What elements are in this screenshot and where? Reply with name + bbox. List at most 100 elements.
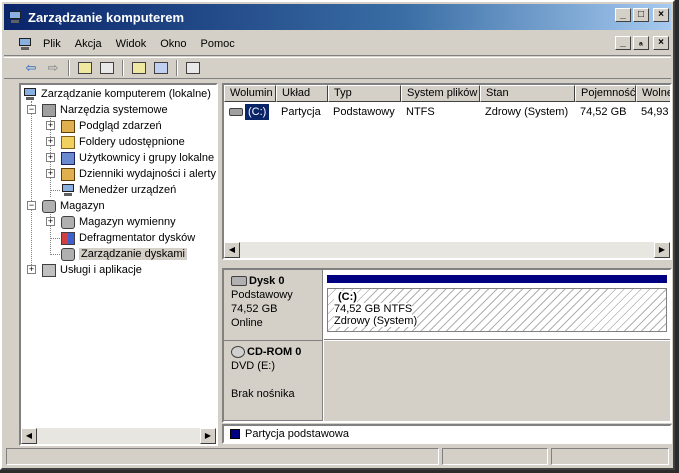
mdi-restore-button[interactable]: ₐ bbox=[633, 36, 649, 50]
scroll-left-button[interactable]: ◀ bbox=[224, 242, 240, 258]
disk-0-label[interactable]: Dysk 0 Podstawowy 74,52 GB Online bbox=[224, 270, 323, 341]
tree-label: Zarządzanie dyskami bbox=[79, 248, 187, 260]
tree-label: Menedżer urządzeń bbox=[79, 184, 177, 196]
partition-c[interactable]: (C:) 74,52 GB NTFS Zdrowy (System) bbox=[327, 288, 667, 332]
tree-item-event-viewer[interactable]: Podgląd zdarzeń bbox=[61, 118, 162, 134]
tree-label: Narzędzia systemowe bbox=[60, 104, 168, 116]
scroll-left-button[interactable]: ◀ bbox=[21, 428, 37, 444]
cdrom-0-status: Brak nośnika bbox=[231, 388, 295, 400]
menu-window[interactable]: Okno bbox=[153, 36, 193, 52]
minimize-button[interactable]: _ bbox=[615, 8, 631, 22]
close-button[interactable]: × bbox=[653, 8, 669, 22]
console-tree[interactable]: Zarządzanie komputerem (lokalne) − Narzę… bbox=[19, 83, 218, 446]
forward-button[interactable]: ⇨ bbox=[42, 58, 64, 78]
tree-item-system-tools[interactable]: Narzędzia systemowe bbox=[42, 102, 168, 118]
title-bar[interactable]: Zarządzanie komputerem _ □ × bbox=[4, 4, 671, 30]
tree-horizontal-scrollbar[interactable]: ◀ ▶ bbox=[21, 428, 216, 444]
system-tools-icon bbox=[42, 103, 56, 117]
legend-bar: Partycja podstawowa bbox=[222, 424, 672, 444]
tree-label: Zarządzanie komputerem (lokalne) bbox=[41, 88, 211, 100]
collapse-toggle[interactable]: − bbox=[27, 201, 36, 210]
system-menu-icon[interactable] bbox=[18, 37, 32, 50]
partition-label: (C:) bbox=[334, 291, 357, 303]
tree-item-local-users[interactable]: Użytkownicy i grupy lokalne bbox=[61, 150, 214, 166]
column-header-capacity[interactable]: Pojemność bbox=[575, 85, 636, 102]
cdrom-0-label[interactable]: CD-ROM 0 DVD (E:) Brak nośnika bbox=[224, 341, 323, 421]
primary-partition-bar bbox=[327, 275, 667, 283]
list-horizontal-scrollbar[interactable]: ◀ ▶ bbox=[224, 242, 670, 258]
column-header-volume[interactable]: Wolumin bbox=[224, 85, 276, 102]
disk-0-size: 74,52 GB bbox=[231, 303, 278, 315]
console-tree-icon bbox=[100, 62, 114, 74]
up-level-button[interactable] bbox=[74, 58, 96, 78]
tree-item-defragmenter[interactable]: Defragmentator dysków bbox=[61, 230, 195, 246]
legend-primary-partition: Partycja podstawowa bbox=[245, 428, 349, 440]
tree-item-shared-folders[interactable]: Foldery udostępnione bbox=[61, 134, 185, 150]
disk-graphical-view[interactable]: Dysk 0 Podstawowy 74,52 GB Online (C:) 7… bbox=[222, 268, 672, 423]
disk-settings-button[interactable] bbox=[182, 58, 204, 78]
scroll-right-button[interactable]: ▶ bbox=[654, 242, 670, 258]
tree-label: Defragmentator dysków bbox=[79, 232, 196, 244]
column-header-filesystem[interactable]: System plików bbox=[401, 85, 480, 102]
disk-0-partition-area: (C:) 74,52 GB NTFS Zdrowy (System) bbox=[324, 270, 670, 340]
menu-help[interactable]: Pomoc bbox=[194, 36, 242, 52]
expand-toggle[interactable]: + bbox=[46, 121, 55, 130]
column-header-free[interactable]: Wolne bbox=[636, 85, 670, 102]
tree-label: Użytkownicy i grupy lokalne bbox=[79, 152, 215, 164]
column-header-layout[interactable]: Układ bbox=[276, 85, 328, 102]
tree-line bbox=[50, 190, 60, 191]
disk-0-status: Online bbox=[231, 317, 263, 329]
expand-toggle[interactable]: + bbox=[46, 217, 55, 226]
help-button[interactable] bbox=[150, 58, 172, 78]
mdi-close-button[interactable]: × bbox=[653, 36, 669, 50]
volume-list[interactable]: Wolumin Układ Typ System plików Stan Poj… bbox=[222, 83, 672, 260]
expand-toggle[interactable]: + bbox=[46, 169, 55, 178]
disk-0-title: Dysk 0 bbox=[249, 275, 285, 287]
back-button[interactable]: ⇦ bbox=[20, 58, 42, 78]
volume-row[interactable]: (C:) Partycja Podstawowy NTFS Zdrowy (Sy… bbox=[224, 104, 670, 120]
free-cell: 54,93 bbox=[641, 106, 669, 118]
scroll-right-button[interactable]: ▶ bbox=[200, 428, 216, 444]
tree-line bbox=[50, 254, 60, 255]
toolbar-separator bbox=[176, 60, 178, 76]
menu-view[interactable]: Widok bbox=[109, 36, 154, 52]
status-panel-2 bbox=[442, 448, 549, 465]
tree-item-services[interactable]: Usługi i aplikacje bbox=[42, 262, 142, 278]
menu-file[interactable]: Plik bbox=[36, 36, 68, 52]
mdi-minimize-button[interactable]: _ bbox=[615, 36, 631, 50]
tree-item-root[interactable]: Zarządzanie komputerem (lokalne) bbox=[23, 86, 211, 102]
show-hide-tree-button[interactable] bbox=[96, 58, 118, 78]
performance-logs-icon bbox=[61, 167, 75, 181]
cdrom-0-title: CD-ROM 0 bbox=[247, 346, 302, 358]
expand-toggle[interactable]: + bbox=[46, 137, 55, 146]
disk-settings-icon bbox=[186, 62, 200, 74]
tree-item-storage[interactable]: Magazyn bbox=[42, 198, 105, 214]
expand-toggle[interactable]: + bbox=[46, 153, 55, 162]
column-header-type[interactable]: Typ bbox=[328, 85, 401, 102]
layout-cell: Partycja bbox=[281, 106, 321, 118]
tree-item-disk-management[interactable]: Zarządzanie dyskami bbox=[61, 246, 187, 262]
tree-item-device-manager[interactable]: Menedżer urządzeń bbox=[61, 182, 176, 198]
tree-label: Podgląd zdarzeń bbox=[79, 120, 162, 132]
menu-action[interactable]: Akcja bbox=[68, 36, 109, 52]
properties-icon bbox=[132, 62, 146, 74]
column-header-status[interactable]: Stan bbox=[480, 85, 575, 102]
volume-icon bbox=[229, 108, 243, 116]
expand-toggle[interactable]: + bbox=[27, 265, 36, 274]
window-title: Zarządzanie komputerem bbox=[28, 9, 185, 25]
legend-swatch bbox=[230, 429, 240, 439]
help-icon bbox=[154, 62, 168, 74]
cdrom-0-name: CD-ROM 0 bbox=[231, 345, 315, 359]
tree-item-perf-logs[interactable]: Dzienniki wydajności i alerty bbox=[61, 166, 216, 182]
partition-status: Zdrowy (System) bbox=[334, 315, 418, 327]
tree-item-removable-storage[interactable]: Magazyn wymienny bbox=[61, 214, 176, 230]
capacity-cell: 74,52 GB bbox=[580, 106, 627, 118]
collapse-toggle[interactable]: − bbox=[27, 105, 36, 114]
maximize-button[interactable]: □ bbox=[633, 8, 649, 22]
tree-label: Magazyn bbox=[60, 200, 105, 212]
tree-label: Dzienniki wydajności i alerty bbox=[79, 168, 216, 180]
properties-button[interactable] bbox=[128, 58, 150, 78]
status-cell: Zdrowy (System) bbox=[485, 106, 569, 118]
toolbar-separator bbox=[122, 60, 124, 76]
